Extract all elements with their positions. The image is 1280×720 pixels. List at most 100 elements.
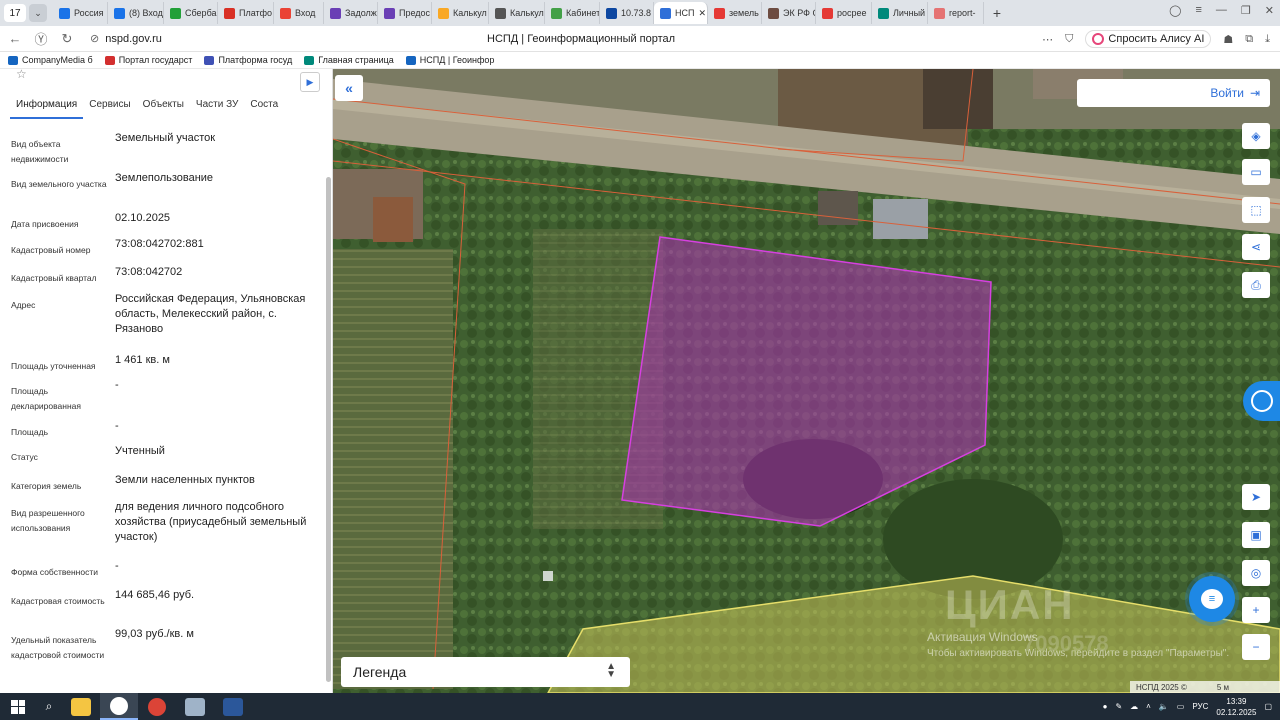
favorite-star-icon[interactable]: ☆ [16, 69, 27, 81]
close-window-icon[interactable]: ✕ [1265, 4, 1274, 17]
minimap-button[interactable]: ▣ [1242, 522, 1270, 548]
browser-tab[interactable]: Калькул [432, 2, 489, 24]
property-value[interactable]: Российская Федерация, Ульяновская област… [115, 292, 320, 337]
new-tab-button[interactable]: + [988, 5, 1006, 21]
tab-close-icon[interactable]: ✕ [698, 8, 706, 19]
print-button[interactable]: ⎙ [1242, 272, 1270, 298]
back-icon[interactable]: ← [4, 31, 26, 46]
browser-tab[interactable]: Предос [378, 2, 432, 24]
yandex-browser-app[interactable] [100, 693, 138, 720]
support-chat-button[interactable] [1243, 381, 1280, 421]
tray-expand-icon[interactable]: ˄ [1146, 702, 1151, 711]
geo-button[interactable]: ◎ [1242, 560, 1270, 586]
bookmark-item[interactable]: CompanyMedia б [8, 55, 93, 65]
panel-tab[interactable]: Сервисы [83, 93, 136, 119]
bookmark-item[interactable]: Платформа госуд [204, 55, 292, 65]
property-value[interactable]: - [115, 378, 320, 393]
file-explorer-app[interactable] [62, 693, 100, 720]
browser-tab[interactable]: Сберба [164, 2, 218, 24]
property-value[interactable]: 73:08:042702 [115, 265, 320, 280]
panel-scrollbar[interactable] [326, 177, 331, 682]
property-value[interactable]: 02.10.2025 [115, 211, 320, 226]
map-view[interactable]: « Войти ⇥ ◈ ▭ ⬚ ⋖ ⎙ ➤ ▣ ◎ + − ≡ ЦИАН 7090… [333, 69, 1280, 693]
browser-tab[interactable]: report- [928, 2, 984, 24]
reload-icon[interactable]: ↻ [56, 31, 78, 47]
word-app[interactable] [214, 693, 252, 720]
menu-icon[interactable]: ≡ [1195, 4, 1201, 17]
share-button[interactable]: ⋖ [1242, 234, 1270, 260]
property-value[interactable]: Земельный участок [115, 131, 320, 146]
locate-button[interactable]: ➤ [1242, 484, 1270, 510]
property-value[interactable]: 73:08:042702:881 [115, 237, 320, 252]
browser-tab[interactable]: Вход [274, 2, 324, 24]
download-icon[interactable]: ⤓ [1265, 33, 1270, 46]
messages-button[interactable]: ≡ [1189, 576, 1235, 622]
browser-tab[interactable]: росрее [816, 2, 872, 24]
ruler-button[interactable]: ▭ [1242, 159, 1270, 185]
notifications-icon[interactable]: ▢ [1264, 702, 1272, 711]
property-value[interactable]: Земли населенных пунктов [115, 473, 320, 488]
collections-icon[interactable]: ⧉ [1245, 33, 1253, 46]
clock[interactable]: 13:39 02.12.2025 [1216, 696, 1256, 718]
property-value[interactable]: для ведения личного подсобного хозяйства… [115, 500, 320, 545]
locate-icon: ➤ [1250, 490, 1262, 504]
legend-button[interactable]: Легенда ▲ ▼ [341, 657, 630, 687]
property-label: Вид объекта недвижимости [11, 139, 69, 164]
panel-tab[interactable]: Информация [10, 93, 84, 119]
tab-counter[interactable]: 17 [4, 4, 26, 22]
search-icon[interactable]: ⌕ [36, 699, 62, 714]
more-icon[interactable]: ⋯ [1042, 33, 1053, 46]
browser-tab[interactable]: ЭК РФ С [762, 2, 816, 24]
zoom-in-button[interactable]: + [1242, 597, 1270, 623]
network-icon[interactable]: ▭ [1177, 702, 1185, 711]
collapse-panel-button[interactable]: « [335, 75, 363, 101]
user-app[interactable] [176, 693, 214, 720]
browser-tab[interactable]: Россия [53, 2, 108, 24]
browser-tab[interactable]: Калькул [489, 2, 545, 24]
layers-button[interactable]: ◈ [1242, 123, 1270, 149]
panel-tab[interactable]: Соста [244, 93, 284, 119]
language-indicator[interactable]: РУС [1192, 702, 1208, 711]
browser-tab[interactable]: Кабинет [545, 2, 600, 24]
volume-icon[interactable]: 🔈 [1159, 702, 1169, 711]
browser-tab[interactable]: Платфо [218, 2, 274, 24]
browser-tab[interactable]: Задолж [324, 2, 378, 24]
property-value[interactable]: 144 685,46 руб. [115, 588, 320, 603]
browser-tab[interactable]: НСП ✕ [654, 2, 708, 24]
pen-icon[interactable]: ✎ [1115, 702, 1122, 711]
minimize-icon[interactable]: — [1216, 4, 1227, 17]
chrome-app[interactable] [138, 693, 176, 720]
cloud-icon[interactable]: ☁ [1130, 702, 1138, 711]
profile-icon[interactable]: ◯ [1169, 4, 1181, 17]
yandex-icon[interactable]: Ⓨ [30, 29, 52, 48]
browser-tab[interactable]: 10.73.8 [600, 2, 654, 24]
tab-favicon-icon [934, 7, 945, 19]
panel-tab[interactable]: Объекты [137, 93, 190, 119]
select-area-button[interactable]: ⬚ [1242, 197, 1270, 223]
zoom-out-button[interactable]: − [1242, 634, 1270, 660]
maximize-icon[interactable]: ❐ [1241, 4, 1251, 17]
browser-tab[interactable]: земель [708, 2, 762, 24]
tray-yandex-icon[interactable]: ● [1103, 702, 1108, 711]
start-button[interactable] [0, 693, 36, 720]
login-button[interactable]: Войти ⇥ [1077, 79, 1270, 107]
panel-tab[interactable]: Части ЗУ [190, 93, 244, 119]
bookmark-icon[interactable]: ⛉ [1065, 33, 1073, 46]
tab-list-chevron-icon[interactable]: ⌄ [29, 4, 47, 22]
url-field[interactable]: ⊘ nspd.gov.ru [90, 32, 370, 45]
browser-tab[interactable]: (8) Вход [108, 2, 164, 24]
browser-tab[interactable]: Личный [872, 2, 928, 24]
property-value[interactable]: 1 461 кв. м [115, 353, 320, 368]
property-value[interactable]: - [115, 559, 320, 574]
tabs-scroll-right-icon[interactable]: ▶ [300, 72, 320, 92]
property-value[interactable]: - [115, 419, 320, 434]
bookmark-item[interactable]: Главная страница [304, 55, 394, 65]
bookmark-item[interactable]: Портал государст [104, 55, 192, 65]
extension-icon[interactable]: ☗ [1223, 33, 1233, 46]
bookmark-item[interactable]: НСПД | Геоинфор [405, 55, 494, 65]
property-value[interactable]: 99,03 руб./кв. м [115, 627, 320, 642]
property-value[interactable]: Землепользование [115, 171, 320, 186]
tab-favicon-icon [330, 7, 341, 19]
alisa-button[interactable]: Спросить Алису AI [1085, 30, 1212, 48]
property-value[interactable]: Учтенный [115, 444, 320, 459]
